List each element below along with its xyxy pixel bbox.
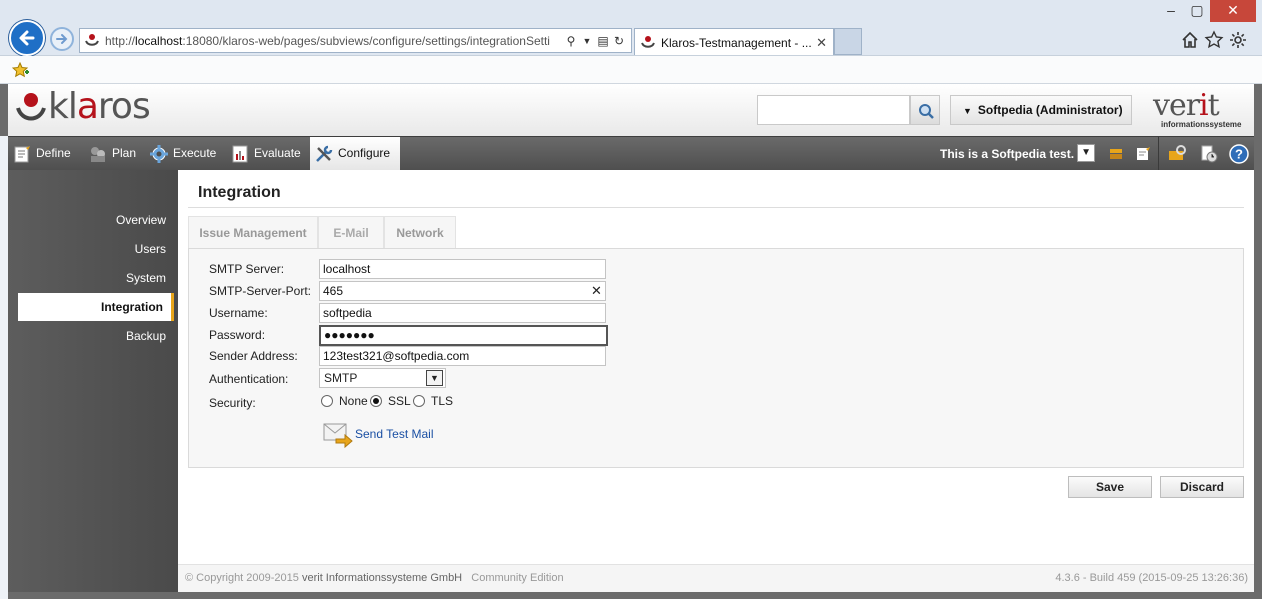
evaluate-icon [232,145,248,163]
sidebar-item-users[interactable]: Users [18,235,174,263]
sidebar-item-system[interactable]: System [18,264,174,292]
tab-title: Klaros-Testmanagement - ... [661,36,812,50]
tab-network[interactable]: Network [384,216,456,248]
security-ssl-radio[interactable] [370,395,382,407]
page-title: Integration [198,184,281,201]
favorites-bar [0,56,1262,84]
search-icon [919,104,934,119]
url-text: http://localhost:18080/klaros-web/pages/… [105,34,550,48]
smtp-port-input[interactable] [319,281,606,301]
security-label: Security: [209,396,256,410]
security-tls-label: TLS [431,394,454,408]
help-icon[interactable]: ? [1228,143,1250,165]
forward-icon [56,34,68,44]
frame-edge [1254,84,1262,599]
search-button[interactable] [910,95,940,125]
footer: © Copyright 2009-2015 verit Informations… [178,564,1254,592]
timer-icon[interactable] [1198,143,1220,165]
edit-note-icon[interactable] [1132,143,1154,165]
add-favorite-icon[interactable] [12,62,30,78]
close-tab-icon[interactable]: ✕ [816,35,827,51]
nav-define[interactable]: Define [8,137,78,170]
username-input[interactable] [319,303,606,323]
footer-version: 4.3.6 - Build 459 (2015-09-25 13:26:36) [1055,572,1248,584]
discard-button[interactable]: Discard [1160,476,1244,498]
execute-gear-icon [150,145,168,163]
dropdown-icon[interactable]: ▼ [579,33,595,49]
nav-execute[interactable]: Execute [145,137,227,170]
define-icon [14,146,30,163]
authentication-label: Authentication: [209,372,289,386]
security-tls-radio[interactable] [413,395,425,407]
main-content: Integration Issue Management E-Mail Netw… [178,170,1254,564]
back-icon [19,30,35,46]
send-test-mail-link[interactable]: Send Test Mail [355,427,434,441]
security-none-radio[interactable] [321,395,333,407]
user-menu-button[interactable]: ▼ Softpedia (Administrator) [950,95,1132,125]
close-window-button[interactable]: ✕ [1210,0,1256,22]
sender-address-label: Sender Address: [209,349,298,363]
verit-logo: verit informationssysteme [1153,88,1242,129]
nav-evaluate[interactable]: Evaluate [226,137,308,170]
back-button[interactable] [9,20,45,56]
email-settings-panel: SMTP Server: SMTP-Server-Port: ✕ Usernam… [188,248,1244,468]
security-none-label: None [339,394,368,408]
smtp-server-input[interactable] [319,259,606,279]
chevron-down-icon: ▼ [1077,144,1096,162]
nav-divider [1158,137,1159,170]
title-divider [188,207,1244,208]
frame-edge [8,592,1254,599]
compat-view-icon[interactable]: ▤ [595,33,611,49]
settings-sidebar: Overview Users System Integration Backup [8,170,178,599]
authentication-select[interactable]: SMTP ▼ [319,368,446,388]
clear-input-icon[interactable]: ✕ [591,283,602,299]
password-label: Password: [209,328,266,342]
star-icon[interactable] [1204,30,1224,50]
nav-configure[interactable]: Configure [310,137,400,170]
maximize-button[interactable]: ▢ [1184,0,1210,22]
search-icon[interactable]: ⚲ [563,33,579,49]
chevron-down-icon: ▼ [426,370,443,386]
caret-down-icon: ▼ [963,106,972,116]
plan-icon [91,147,105,162]
svg-text:?: ? [1235,147,1243,162]
security-ssl-label: SSL [388,394,411,408]
test-project-select[interactable]: This is a Softpedia test. ▼ [940,144,1096,164]
username-label: Username: [209,306,268,320]
gear-icon[interactable] [1228,30,1248,50]
klaros-logo-icon [16,93,46,121]
save-button[interactable]: Save [1068,476,1152,498]
forward-button[interactable] [50,27,74,51]
sidebar-item-integration[interactable]: Integration [18,293,174,321]
klaros-favicon-icon [85,34,99,46]
address-bar[interactable]: http://localhost:18080/klaros-web/pages/… [79,28,632,53]
nav-plan[interactable]: Plan [84,137,144,170]
home-icon[interactable] [1180,30,1200,50]
password-input[interactable]: ●●●●●●● [319,325,608,346]
sidebar-item-backup[interactable]: Backup [18,322,174,350]
tab-email[interactable]: E-Mail [318,216,384,248]
app-header: klaros ▼ Softpedia (Administrator) verit … [0,84,1262,136]
job-icon[interactable] [1166,143,1188,165]
refresh-icon[interactable]: ↻ [611,33,627,49]
search-input[interactable] [757,95,910,125]
archive-icon[interactable] [1105,143,1127,165]
klaros-favicon-icon [641,36,655,48]
sidebar-item-overview[interactable]: Overview [18,206,174,234]
new-tab-button[interactable] [834,28,862,55]
send-mail-icon[interactable] [323,421,353,451]
footer-copyright: © Copyright 2009-2015 verit Informations… [185,572,564,584]
klaros-logo: klaros [48,86,151,127]
browser-toolbar: http://localhost:18080/klaros-web/pages/… [0,0,1262,56]
tab-issue-management[interactable]: Issue Management [188,216,318,248]
sender-address-input[interactable] [319,346,606,366]
main-nav: Define Plan Execute Evaluate Configure T… [8,136,1254,170]
minimize-button[interactable]: – [1158,0,1184,22]
smtp-port-label: SMTP-Server-Port: [209,284,312,298]
browser-tab[interactable]: Klaros-Testmanagement - ... ✕ [634,28,834,55]
configure-tools-icon [316,145,333,162]
smtp-server-label: SMTP Server: [209,262,285,276]
